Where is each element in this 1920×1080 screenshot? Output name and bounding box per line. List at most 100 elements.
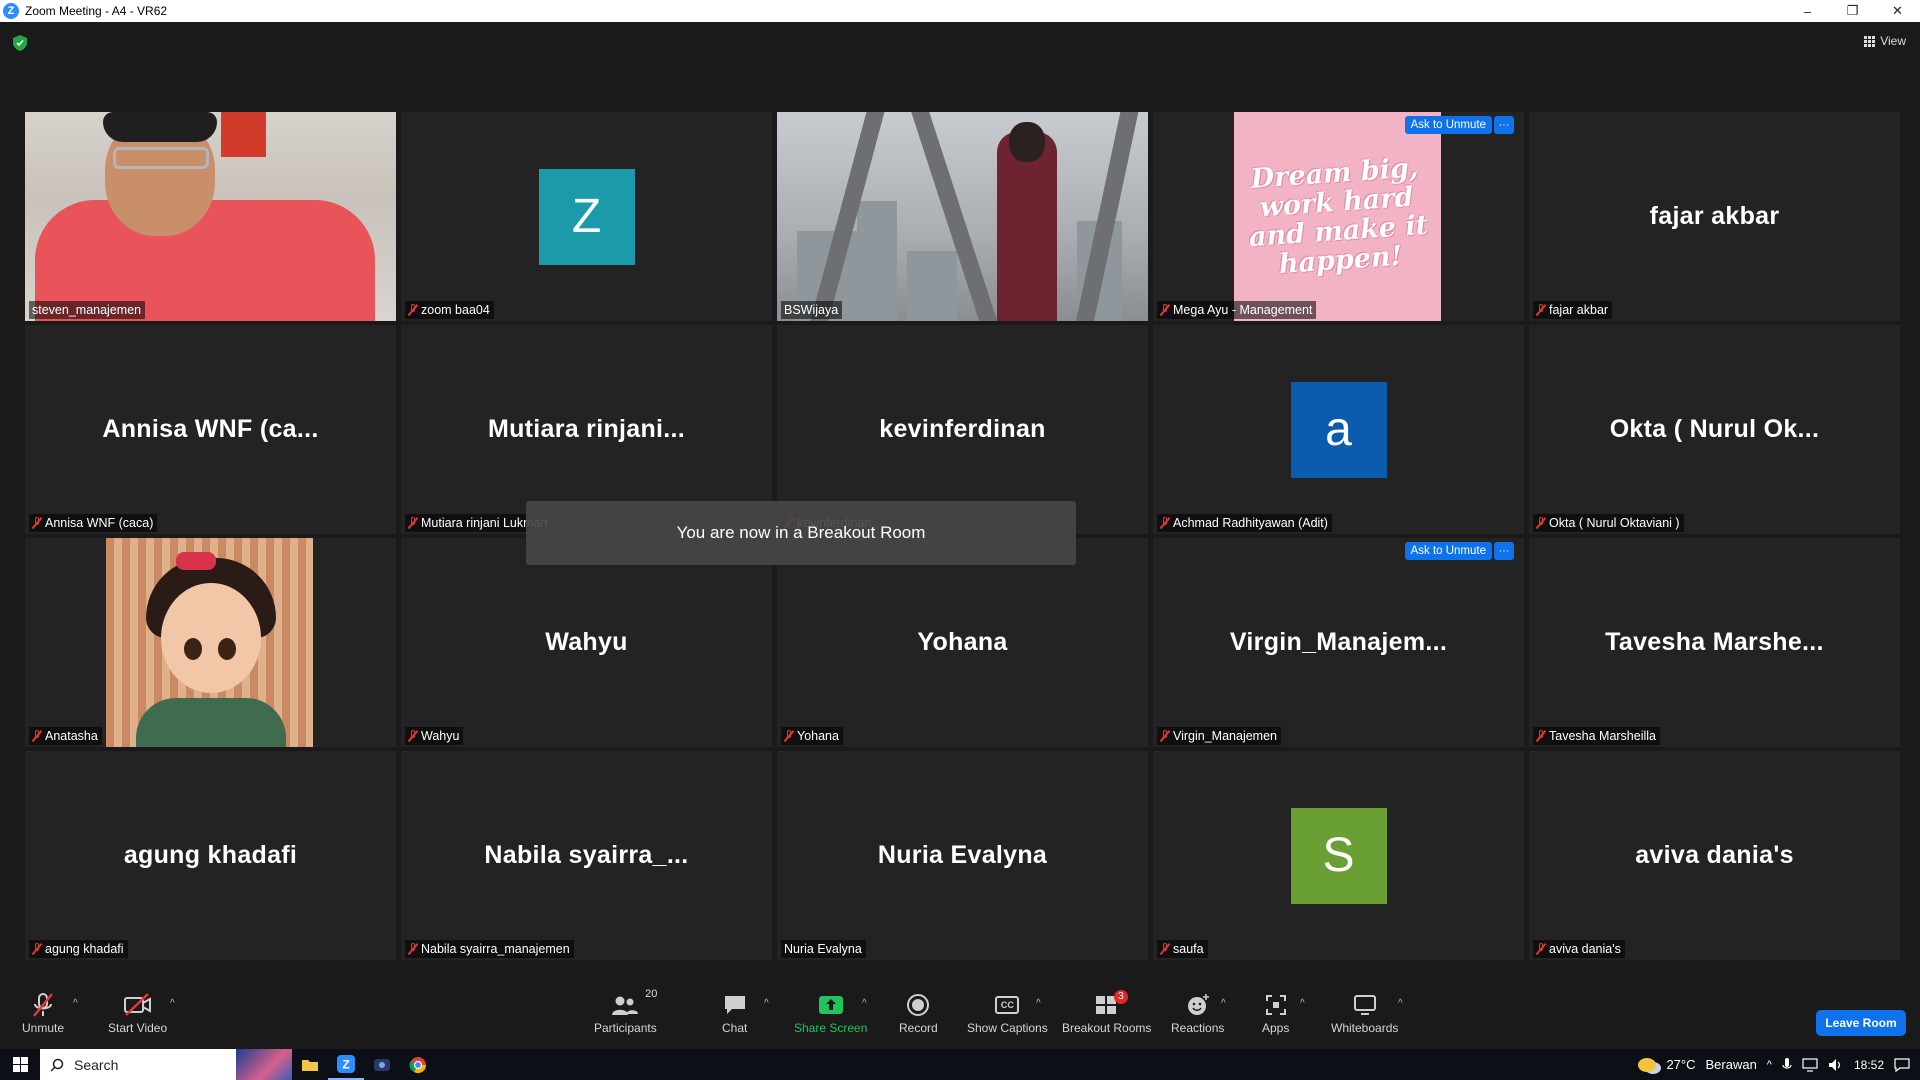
unmute-button[interactable]: Unmute [22,990,64,1035]
muted-microphone-icon [1536,517,1546,529]
weather-description[interactable]: Berawan [1705,1057,1756,1072]
apps-icon [1265,995,1286,1015]
participant-tile[interactable]: fajar akbar fajar akbar [1529,112,1900,321]
participant-name-label: Achmad Radhityawan (Adit) [1157,514,1332,532]
captions-options-caret[interactable]: ^ [1036,998,1041,1009]
minimize-button[interactable]: – [1785,0,1830,22]
grid-view-icon [1864,35,1876,47]
participant-display-name: Nabila syairra_... [484,841,689,869]
participant-display-name: Wahyu [545,628,628,656]
participant-tile[interactable]: Nabila syairra_... Nabila syairra_manajem… [401,751,772,960]
participant-tile[interactable]: steven_manajemen [25,112,396,321]
leave-room-button[interactable]: Leave Room [1816,1010,1906,1036]
more-options-icon[interactable]: ··· [1494,116,1514,134]
participant-tile[interactable]: Dream big, work hard and make it happen!… [1153,112,1524,321]
profile-image-quote: Dream big, work hard and make it happen! [1247,151,1430,280]
network-icon[interactable] [1802,1057,1818,1072]
taskbar-search[interactable]: Search [40,1049,292,1080]
audio-options-caret[interactable]: ^ [73,998,78,1009]
weather-temperature[interactable]: 27°C [1666,1057,1695,1072]
share-screen-button[interactable]: Share Screen [794,990,867,1035]
participant-name-label: fajar akbar [1533,301,1613,319]
whiteboards-button[interactable]: Whiteboards [1331,990,1398,1035]
participant-avatar: S [1290,807,1387,904]
participant-tile[interactable]: Tavesha Marshe... Tavesha Marsheilla [1529,538,1900,747]
participant-tile[interactable]: Virgin_Manajem... Ask to Unmute ··· Virgin_… [1153,538,1524,747]
encryption-shield-icon[interactable] [13,35,27,51]
muted-microphone-icon [1160,517,1170,529]
participant-name: Tavesha Marsheilla [1549,729,1656,743]
share-options-caret[interactable]: ^ [862,998,867,1009]
participant-tile[interactable]: BSWijaya [777,112,1148,321]
participant-tile[interactable]: Okta ( Nurul Ok... Okta ( Nurul Oktaviani… [1529,325,1900,534]
participant-tile[interactable]: Yohana Yohana [777,538,1148,747]
participant-name-label: Wahyu [405,727,464,745]
tray-microphone-icon[interactable] [1782,1057,1792,1072]
taskbar-chrome[interactable] [400,1049,436,1080]
participant-name-label: Okta ( Nurul Oktaviani ) [1533,514,1684,532]
show-captions-label: Show Captions [967,1021,1048,1035]
chat-button[interactable]: Chat [722,990,747,1035]
start-video-button[interactable]: Start Video [108,990,167,1035]
record-button[interactable]: Record [899,990,938,1035]
windows-start-button[interactable] [0,1049,40,1080]
participant-tile[interactable]: Anatasha [25,538,396,747]
participant-tile[interactable]: aviva dania's aviva dania's [1529,751,1900,960]
captions-icon: CC [995,996,1020,1014]
participant-video-feed [25,112,396,321]
reactions-options-caret[interactable]: ^ [1221,998,1226,1009]
ask-to-unmute-button[interactable]: Ask to Unmute [1404,542,1492,560]
record-icon [907,994,930,1016]
reactions-button[interactable]: Reactions [1171,990,1224,1035]
volume-icon[interactable] [1828,1058,1844,1072]
participant-tile[interactable]: agung khadafi agung khadafi [25,751,396,960]
meeting-area: View steven_manajemen Zzoom baa04 BSWijaya… [0,22,1920,985]
participant-display-name: aviva dania's [1635,841,1794,869]
participant-tile[interactable]: Zzoom baa04 [401,112,772,321]
participant-tile[interactable]: Nuria Evalyna Nuria Evalyna [777,751,1148,960]
participant-tile[interactable]: Wahyu Wahyu [401,538,772,747]
participant-name: fajar akbar [1549,303,1609,317]
participant-name: Mega Ayu - Management [1173,303,1313,317]
participant-name-label: BSWijaya [781,301,843,319]
participant-name: agung khadafi [45,942,124,956]
weather-icon[interactable] [1638,1057,1657,1072]
clock-time[interactable]: 18:52 [1854,1058,1884,1072]
chat-options-caret[interactable]: ^ [764,998,769,1009]
participant-avatar: a [1290,381,1387,478]
view-button[interactable]: View [1864,34,1906,48]
participant-display-name: fajar akbar [1649,202,1780,230]
breakout-rooms-button[interactable]: 3 Breakout Rooms [1062,990,1151,1035]
show-captions-button[interactable]: CC Show Captions [967,990,1048,1035]
close-button[interactable]: ✕ [1875,0,1920,22]
apps-button[interactable]: Apps [1262,990,1289,1035]
search-icon [50,1058,64,1072]
taskbar-camera-app[interactable] [364,1049,400,1080]
muted-microphone-icon [1536,730,1546,742]
tray-overflow-chevron-icon[interactable]: ^ [1767,1059,1772,1071]
participants-count: 20 [645,988,658,1000]
whiteboards-options-caret[interactable]: ^ [1398,998,1403,1009]
zoom-app-icon: Z [3,3,19,19]
apps-options-caret[interactable]: ^ [1300,998,1305,1009]
participant-name: Annisa WNF (caca) [45,516,154,530]
participant-name: Nabila syairra_manajemen [421,942,570,956]
participant-tile[interactable]: Annisa WNF (ca... Annisa WNF (caca) [25,325,396,534]
ask-to-unmute-button[interactable]: Ask to Unmute [1404,116,1492,134]
participant-display-name: Annisa WNF (ca... [102,415,319,443]
participant-tile[interactable]: Ssaufa [1153,751,1524,960]
participants-button[interactable]: 20 Participants [594,988,658,1035]
apps-label: Apps [1262,1021,1290,1035]
breakout-rooms-label: Breakout Rooms [1062,1021,1152,1035]
maximize-button[interactable]: ❐ [1830,0,1875,22]
video-off-icon [123,993,151,1016]
video-options-caret[interactable]: ^ [170,998,175,1009]
participant-video-feed [777,112,1148,321]
participant-tile[interactable]: a Achmad Radhityawan (Adit) [1153,325,1524,534]
window-title: Zoom Meeting - A4 - VR62 [25,4,168,18]
taskbar-file-explorer[interactable] [292,1049,328,1080]
more-options-icon[interactable]: ··· [1494,542,1514,560]
window-titlebar: Z Zoom Meeting - A4 - VR62 – ❐ ✕ [0,0,1920,22]
taskbar-zoom[interactable]: Z [328,1049,364,1080]
notifications-icon[interactable] [1894,1057,1910,1072]
